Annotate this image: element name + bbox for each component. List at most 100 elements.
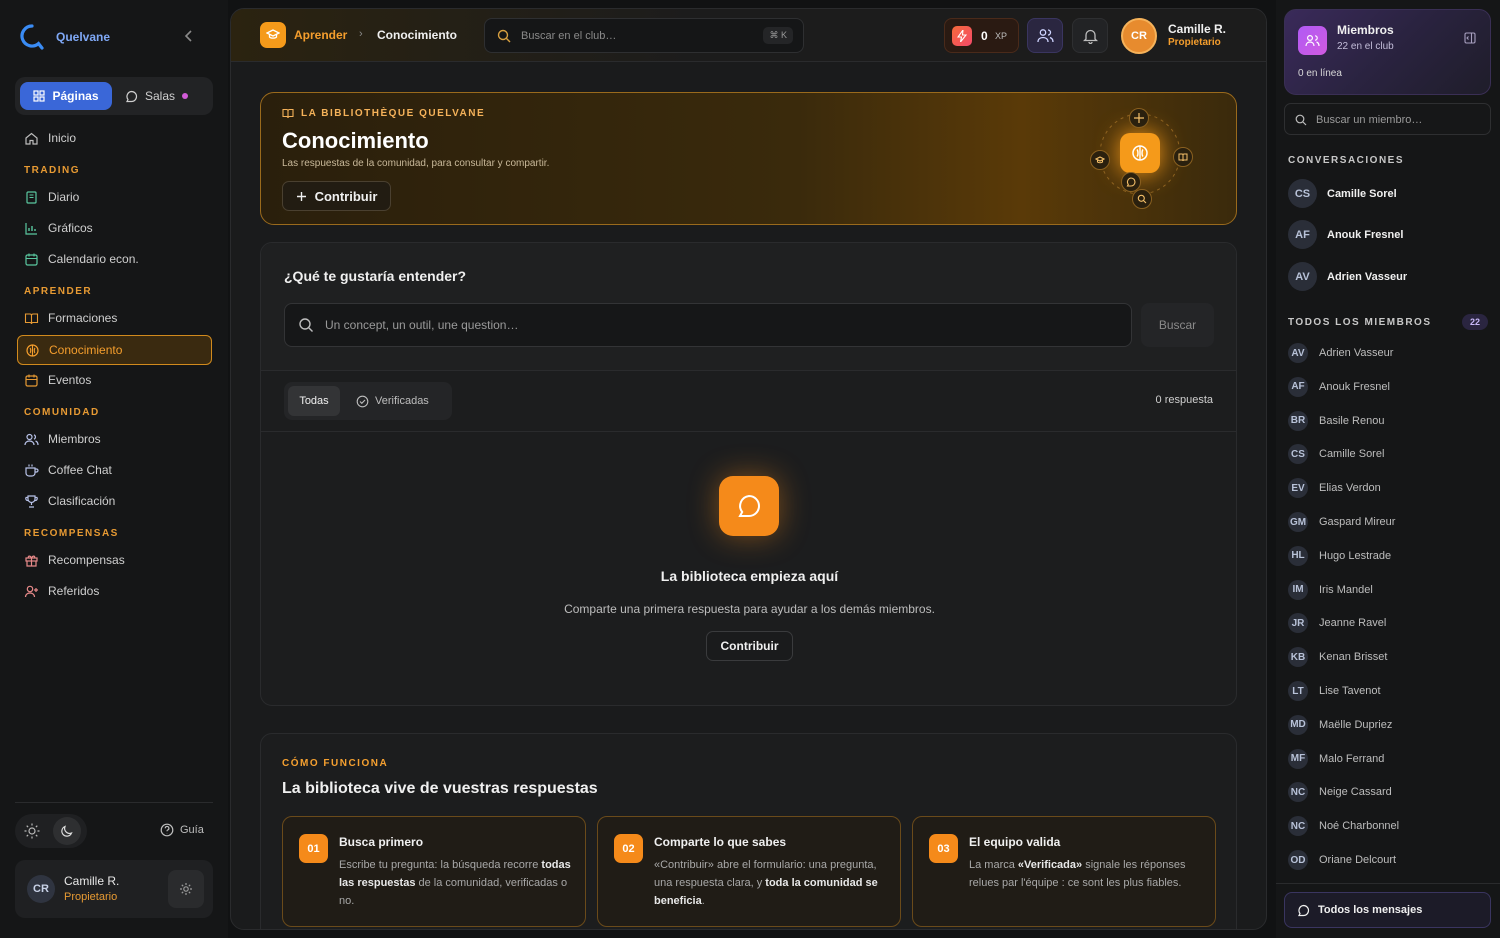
club-search-input[interactable]: Buscar en el club… ⌘ K bbox=[484, 18, 804, 53]
logo[interactable]: Quelvane bbox=[20, 24, 110, 50]
sidebar-item-graficos[interactable]: Gráficos bbox=[17, 213, 212, 243]
logo-icon bbox=[20, 24, 44, 50]
avatar: LT bbox=[1288, 681, 1308, 701]
members-panel: Miembros 22 en el club 0 en línea Buscar… bbox=[1276, 0, 1500, 938]
member-item[interactable]: LT Lise Tavenot bbox=[1288, 681, 1381, 701]
guide-link[interactable]: Guía bbox=[160, 823, 204, 837]
chat-bubble-icon bbox=[126, 90, 138, 102]
member-item[interactable]: GM Gaspard Mireur bbox=[1288, 512, 1395, 532]
search-icon bbox=[1295, 114, 1307, 126]
members-title: Miembros bbox=[1337, 23, 1394, 37]
collapse-panel-icon[interactable] bbox=[1464, 32, 1476, 44]
member-item[interactable]: JR Jeanne Ravel bbox=[1288, 613, 1386, 634]
member-item[interactable]: AV Adrien Vasseur bbox=[1288, 343, 1393, 363]
member-item[interactable]: BR Basile Renou bbox=[1288, 410, 1384, 431]
search-icon bbox=[497, 29, 511, 43]
filter-all[interactable]: Todas bbox=[288, 386, 340, 416]
sidebar-item-label: Diario bbox=[48, 190, 80, 204]
sidebar-item-label: Calendario econ. bbox=[48, 252, 139, 266]
step-number: 02 bbox=[614, 834, 643, 863]
empty-subtitle: Comparte una primera respuesta para ayud… bbox=[564, 602, 935, 616]
member-name: Camille Sorel bbox=[1319, 448, 1385, 461]
sidebar-item-label: Formaciones bbox=[48, 311, 118, 325]
moon-icon[interactable] bbox=[53, 817, 81, 845]
sidebar-item-clasificacion[interactable]: Clasificación bbox=[17, 486, 212, 516]
sidebar-item-diario[interactable]: Diario bbox=[17, 182, 212, 212]
empty-title: La biblioteca empieza aquí bbox=[660, 568, 839, 584]
main-panel: Aprender › Conocimiento Buscar en el clu… bbox=[230, 8, 1267, 930]
step-title: Comparte lo que sabes bbox=[654, 835, 787, 849]
empty-contribute-button[interactable]: Contribuir bbox=[706, 631, 793, 661]
how-title: La biblioteca vive de vuestras respuesta… bbox=[282, 780, 598, 797]
sidebar-user-card[interactable]: CR Camille R. Propietario bbox=[15, 860, 213, 918]
breadcrumb-aprender[interactable]: Aprender bbox=[294, 28, 347, 42]
shortcut-badge: ⌘ K bbox=[763, 27, 793, 44]
search-header: ¿Qué te gustaría entender? Un concept, u… bbox=[261, 243, 1236, 371]
user-name: Camille R. bbox=[64, 874, 120, 888]
gift-icon bbox=[25, 555, 38, 567]
member-item[interactable]: AF Anouk Fresnel bbox=[1288, 376, 1390, 397]
member-name: Oriane Delcourt bbox=[1319, 854, 1397, 866]
how-it-works: CÓMO FUNCIONA La biblioteca vive de vues… bbox=[260, 733, 1237, 929]
graduation-cap-icon bbox=[260, 22, 286, 48]
sidebar-item-miembros[interactable]: Miembros bbox=[17, 424, 212, 454]
tab-rooms[interactable]: Salas bbox=[125, 82, 189, 110]
member-name: Anouk Fresnel bbox=[1319, 380, 1390, 393]
section-trading: TRADING bbox=[24, 165, 81, 176]
search-button[interactable]: Buscar bbox=[1141, 303, 1214, 347]
user-role: Propietario bbox=[64, 891, 118, 903]
settings-button[interactable] bbox=[168, 870, 204, 908]
members-button[interactable] bbox=[1027, 18, 1063, 53]
member-item[interactable]: MD Maëlle Dupriez bbox=[1288, 714, 1393, 735]
conversation-item[interactable]: AF Anouk Fresnel bbox=[1288, 220, 1403, 249]
sun-icon[interactable] bbox=[23, 822, 41, 840]
notifications-button[interactable] bbox=[1072, 18, 1108, 53]
conversation-item[interactable]: CS Camille Sorel bbox=[1288, 179, 1397, 208]
member-item[interactable]: NC Neige Cassard bbox=[1288, 782, 1392, 803]
open-book-icon bbox=[24, 312, 39, 324]
member-item[interactable]: NC Noé Charbonnel bbox=[1288, 816, 1399, 837]
member-item[interactable]: HL Hugo Lestrade bbox=[1288, 545, 1391, 566]
member-name: Maëlle Dupriez bbox=[1319, 718, 1393, 731]
all-messages-button[interactable]: Todos los mensajes bbox=[1284, 892, 1491, 928]
sidebar-item-formaciones[interactable]: Formaciones bbox=[17, 303, 212, 333]
tab-pages[interactable]: Páginas bbox=[20, 82, 112, 110]
avatar: OD bbox=[1288, 850, 1308, 870]
sidebar-item-coffee-chat[interactable]: Coffee Chat bbox=[17, 455, 212, 485]
member-item[interactable]: KB Kenan Brisset bbox=[1288, 647, 1387, 668]
xp-badge[interactable]: 0 XP bbox=[944, 18, 1019, 53]
tab-rooms-label: Salas bbox=[145, 89, 176, 103]
member-search-input[interactable]: Buscar un miembro… bbox=[1284, 103, 1491, 135]
sidebar-item-label: Inicio bbox=[48, 131, 77, 145]
member-item[interactable]: EV Elias Verdon bbox=[1288, 478, 1381, 499]
contribute-button[interactable]: Contribuir bbox=[282, 181, 391, 211]
sidebar-item-conocimiento[interactable]: Conocimiento bbox=[17, 335, 212, 365]
theme-toggle[interactable] bbox=[15, 814, 87, 848]
sidebar-item-label: Coffee Chat bbox=[48, 463, 112, 477]
sidebar-item-recompensas[interactable]: Recompensas bbox=[17, 545, 212, 575]
knowledge-search-input[interactable]: Un concept, un outil, une question… bbox=[284, 303, 1132, 347]
sidebar-item-home[interactable]: Inicio bbox=[17, 123, 212, 153]
hero-eyebrow-text: LA BIBLIOTHÈQUE QUELVANE bbox=[301, 108, 486, 119]
conversation-item[interactable]: AV Adrien Vasseur bbox=[1288, 262, 1407, 291]
book-icon bbox=[26, 190, 37, 204]
sidebar-item-referidos[interactable]: Referidos bbox=[17, 576, 212, 606]
unread-dot bbox=[182, 93, 189, 99]
member-name: Neige Cassard bbox=[1319, 786, 1392, 799]
member-item[interactable]: OD Oriane Delcourt bbox=[1288, 850, 1396, 870]
avatar: NC bbox=[1288, 816, 1308, 837]
grid-icon bbox=[33, 90, 46, 102]
member-item[interactable]: CS Camille Sorel bbox=[1288, 444, 1385, 465]
member-item[interactable]: IM Iris Mandel bbox=[1288, 579, 1373, 600]
step-card: 03 El equipo valida La marca «Verificada… bbox=[912, 816, 1216, 927]
avatar: CR bbox=[27, 875, 55, 903]
filter-verified[interactable]: Verificadas bbox=[356, 386, 429, 416]
sidebar-item-eventos[interactable]: Eventos bbox=[17, 365, 212, 395]
how-eyebrow: CÓMO FUNCIONA bbox=[282, 758, 389, 769]
collapse-sidebar-icon[interactable] bbox=[184, 30, 194, 42]
sidebar-item-label: Miembros bbox=[48, 432, 101, 446]
member-item[interactable]: MF Malo Ferrand bbox=[1288, 748, 1384, 769]
avatar: CS bbox=[1288, 444, 1308, 465]
sidebar-item-calendario[interactable]: Calendario econ. bbox=[17, 244, 212, 274]
avatar[interactable]: CR bbox=[1121, 18, 1157, 54]
